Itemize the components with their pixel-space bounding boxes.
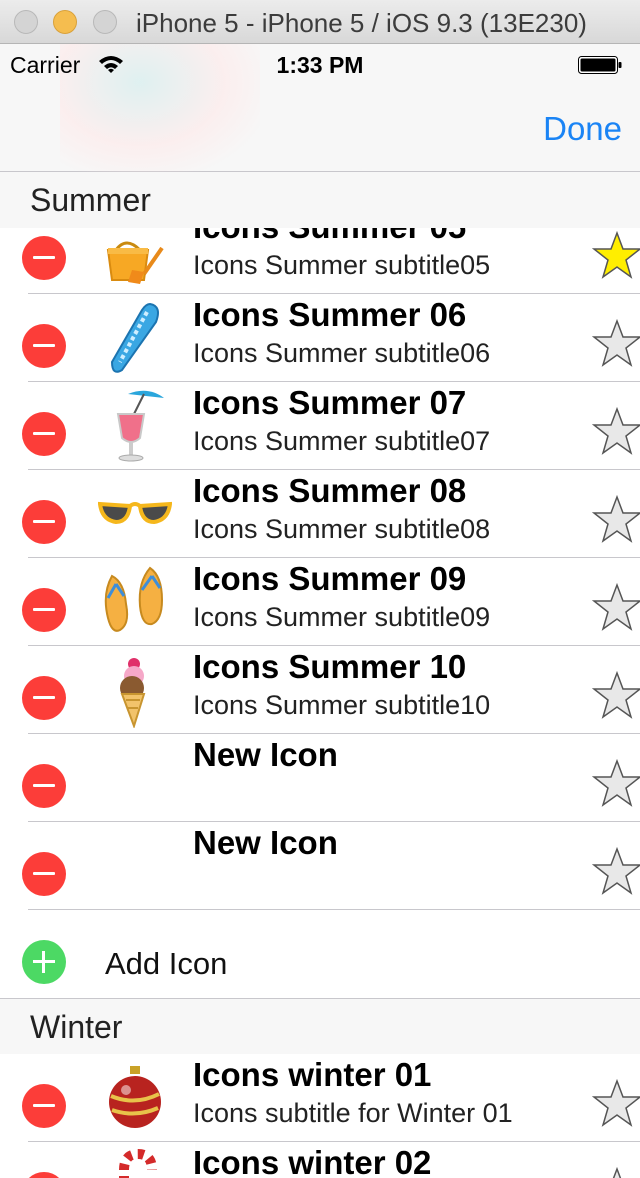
row-subtitle: Icons Summer subtitle05 (193, 250, 491, 280)
row-title: Icons winter 01 (193, 1056, 432, 1093)
navigation-bar: Carrier 1:33 PM Done (0, 44, 640, 172)
table-row[interactable]: Icons winter 02 (0, 1142, 640, 1178)
add-icon-row[interactable]: Add Icon (0, 910, 640, 998)
row-subtitle: Icons Summer subtitle10 (193, 690, 491, 720)
row-title: Icons Summer 07 (193, 384, 467, 421)
table-row[interactable]: Icons winter 01 Icons subtitle for Winte… (0, 1054, 640, 1142)
window-minimize-button[interactable] (53, 10, 77, 34)
ice-cream-icon (120, 658, 146, 728)
favorite-star-icon[interactable] (592, 494, 640, 544)
simulator-title-bar: iPhone 5 - iPhone 5 / iOS 9.3 (13E230) (0, 0, 640, 44)
table-row[interactable]: Icons Summer 06 Icons Summer subtitle06 (0, 294, 640, 382)
table-row[interactable]: Icons Summer 05 Icons Summer subtitle05 (0, 228, 640, 294)
delete-button[interactable] (22, 500, 66, 544)
favorite-star-icon[interactable] (592, 318, 640, 368)
delete-button[interactable] (22, 236, 66, 280)
row-title: New Icon (193, 824, 338, 861)
cocktail-icon (116, 390, 164, 462)
row-subtitle: Icons subtitle for Winter 01 (193, 1098, 513, 1128)
section-header-winter: Winter (0, 998, 640, 1054)
row-title: Icons Summer 09 (193, 560, 467, 597)
table-row[interactable]: Icons Summer 08 Icons Summer subtitle08 (0, 470, 640, 558)
delete-button[interactable] (22, 1084, 66, 1128)
bucket-and-spade-icon (106, 241, 164, 284)
favorite-star-icon[interactable] (592, 758, 640, 808)
delete-button[interactable] (22, 412, 66, 456)
ornament-icon (109, 1066, 161, 1128)
row-subtitle: Icons Summer subtitle07 (193, 426, 491, 456)
row-subtitle: Icons Summer subtitle06 (193, 338, 491, 368)
delete-button[interactable] (22, 764, 66, 808)
row-title: Icons Summer 10 (193, 648, 467, 685)
table-row[interactable]: New Icon (0, 822, 640, 910)
favorite-star-icon[interactable] (592, 582, 640, 632)
summer-list: Icons Summer 05 Icons Summer subtitle05 … (0, 228, 640, 998)
table-row[interactable]: Icons Summer 07 Icons Summer subtitle07 (0, 382, 640, 470)
favorite-star-icon[interactable] (592, 846, 640, 896)
sunglasses-icon (98, 501, 172, 525)
favorite-star-icon[interactable] (592, 1078, 640, 1128)
delete-button[interactable] (22, 588, 66, 632)
row-subtitle: Icons Summer subtitle09 (193, 602, 491, 632)
window-title: iPhone 5 - iPhone 5 / iOS 9.3 (13E230) (136, 8, 587, 38)
table-row[interactable]: New Icon (0, 734, 640, 822)
surfboard-icon (110, 302, 159, 373)
window-zoom-button[interactable] (93, 10, 117, 34)
delete-button[interactable] (22, 1172, 66, 1178)
favorite-star-icon[interactable] (592, 230, 640, 280)
winter-list: Icons winter 01 Icons subtitle for Winte… (0, 1054, 640, 1178)
favorite-star-icon[interactable] (592, 406, 640, 456)
add-icon-label: Add Icon (105, 946, 228, 981)
candy-cane-icon (119, 1148, 157, 1178)
section-title: Summer (30, 182, 151, 218)
row-title: Icons Summer 05 (193, 228, 466, 246)
row-title: Icons Summer 06 (193, 296, 467, 333)
flip-flops-icon (104, 566, 164, 632)
window-close-button[interactable] (14, 10, 38, 34)
battery-icon (578, 56, 622, 74)
row-title: Icons winter 02 (193, 1144, 432, 1178)
section-title: Winter (30, 1009, 123, 1045)
row-title: Icons Summer 08 (193, 472, 467, 509)
add-button[interactable] (22, 940, 66, 984)
delete-button[interactable] (22, 852, 66, 896)
favorite-star-icon[interactable] (592, 670, 640, 720)
row-title: New Icon (193, 736, 338, 773)
delete-button[interactable] (22, 676, 66, 720)
done-button[interactable]: Done (543, 110, 622, 148)
section-header-summer: Summer (0, 172, 640, 228)
table-row[interactable]: Icons Summer 10 Icons Summer subtitle10 (0, 646, 640, 734)
status-time: 1:33 PM (276, 52, 364, 78)
row-subtitle: Icons Summer subtitle08 (193, 514, 491, 544)
favorite-star-icon[interactable] (592, 1166, 640, 1178)
delete-button[interactable] (22, 324, 66, 368)
table-row[interactable]: Icons Summer 09 Icons Summer subtitle09 (0, 558, 640, 646)
